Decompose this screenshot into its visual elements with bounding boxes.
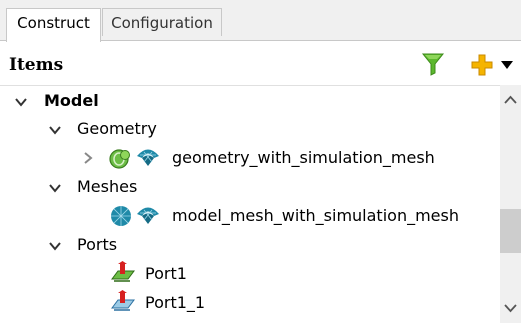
mesh-icon — [137, 149, 159, 166]
chevron-right-icon[interactable] — [81, 151, 95, 165]
tree-item-port1-1[interactable]: Port1_1 — [145, 293, 205, 313]
tree-item-geometry[interactable]: Geometry — [77, 119, 157, 139]
tab-configuration[interactable]: Configuration — [102, 8, 222, 36]
chevron-down-icon[interactable] — [48, 123, 62, 137]
items-header: Items — [0, 41, 521, 85]
items-title: Items — [9, 55, 64, 75]
chevron-down-icon[interactable] — [48, 181, 62, 195]
scrollbar-thumb[interactable] — [500, 209, 521, 253]
tab-construct[interactable]: Construct — [6, 8, 101, 42]
filter-funnel-icon[interactable] — [420, 51, 446, 77]
tree-item-port1[interactable]: Port1 — [145, 264, 187, 284]
mesh-icon — [137, 207, 159, 224]
scroll-down-icon[interactable] — [504, 303, 517, 313]
chevron-down-icon[interactable] — [500, 60, 514, 70]
mesh-solid-icon — [111, 206, 131, 226]
tree-item-model[interactable]: Model — [44, 91, 99, 111]
tree-item-ports[interactable]: Ports — [77, 235, 117, 255]
tab-bar: Construct Configuration — [0, 0, 521, 42]
scroll-up-icon[interactable] — [504, 95, 517, 105]
port-icon — [111, 261, 135, 282]
chevron-down-icon[interactable] — [48, 239, 62, 253]
tree-item-model-mesh-with-simulation-mesh[interactable]: model_mesh_with_simulation_mesh — [172, 206, 459, 226]
geometry-icon — [109, 149, 130, 169]
chevron-down-icon[interactable] — [14, 95, 28, 109]
plus-icon[interactable] — [470, 53, 494, 77]
vertical-scrollbar[interactable] — [500, 85, 521, 323]
tree-item-meshes[interactable]: Meshes — [77, 177, 137, 197]
port-icon — [111, 290, 135, 311]
items-tree: Model Geometry geometry_with_simulation_… — [0, 85, 500, 323]
tree-item-geometry-with-simulation-mesh[interactable]: geometry_with_simulation_mesh — [172, 148, 435, 168]
